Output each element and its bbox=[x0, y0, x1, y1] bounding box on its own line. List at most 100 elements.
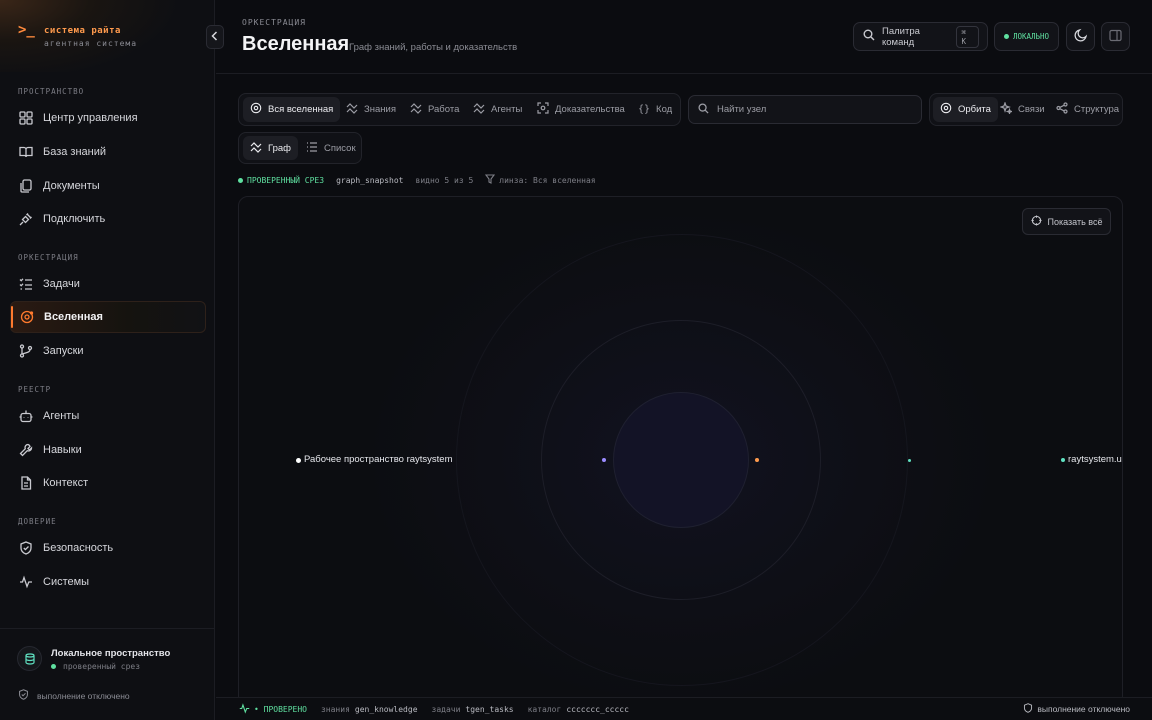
tab-structure[interactable]: Структура bbox=[1049, 97, 1126, 122]
list-icon bbox=[306, 141, 318, 156]
sidebar-item-documents[interactable]: Документы bbox=[10, 170, 206, 202]
command-palette-label: Палитра команд bbox=[882, 25, 920, 48]
node-search-input[interactable]: Найти узел bbox=[688, 95, 922, 124]
sparkles-icon bbox=[999, 101, 1014, 117]
tab-list[interactable]: Список bbox=[299, 136, 363, 160]
branch-icon bbox=[18, 343, 34, 359]
tab-label: Список bbox=[324, 142, 356, 154]
graph-node-label[interactable]: Рабочее пространство raytsystem bbox=[304, 454, 453, 465]
graph-node[interactable] bbox=[908, 459, 911, 462]
workspace-status-label: проверенный срез bbox=[63, 662, 141, 671]
sidebar-item-control-center[interactable]: Центр управления bbox=[10, 102, 206, 134]
tab-all-universe[interactable]: Вся вселенная bbox=[243, 97, 341, 122]
sidebar-item-connect[interactable]: Подключить bbox=[10, 203, 206, 235]
status-dot bbox=[51, 664, 56, 669]
command-palette-button[interactable]: Палитра команд ⌘ K bbox=[853, 22, 988, 51]
graph-status-row: ПРОВЕРЕННЫЙ СРЕЗ graph_snapshot видно 5 … bbox=[238, 174, 596, 186]
tab-orbit[interactable]: Орбита bbox=[933, 97, 998, 122]
tab-label: Знания bbox=[364, 104, 396, 115]
sidebar-item-security[interactable]: Безопасность bbox=[10, 532, 206, 564]
collapse-sidebar-button[interactable] bbox=[206, 25, 224, 49]
brand-header[interactable]: >_ система райта агентная система bbox=[0, 0, 214, 72]
graph-node[interactable] bbox=[602, 458, 606, 462]
sidebar-item-systems[interactable]: Системы bbox=[10, 566, 206, 598]
filter-icon bbox=[485, 174, 496, 186]
sidebar-footer bbox=[0, 628, 214, 720]
page-subtitle: Граф знаний, работы и доказательств bbox=[349, 42, 518, 53]
share-nodes-icon bbox=[1056, 102, 1068, 117]
tab-graph[interactable]: Граф bbox=[243, 136, 298, 160]
book-icon bbox=[18, 144, 34, 160]
file-context-icon bbox=[18, 475, 34, 491]
visible-count: видно 5 из 5 bbox=[415, 175, 474, 185]
sidebar-item-label: Безопасность bbox=[43, 542, 114, 554]
sidebar-item-label: Документы bbox=[43, 180, 100, 192]
graph-node[interactable] bbox=[755, 458, 759, 462]
dashboard-grid-icon bbox=[18, 110, 34, 126]
brand-title: система райта bbox=[44, 26, 121, 36]
code-braces-icon: {} bbox=[638, 104, 651, 115]
tab-evidence[interactable]: Доказательства bbox=[530, 97, 632, 122]
tasks-value: tgen_tasks bbox=[465, 704, 514, 714]
orbit-icon bbox=[940, 102, 952, 117]
graph-node-workspace[interactable] bbox=[296, 458, 301, 463]
database-icon[interactable] bbox=[17, 646, 42, 671]
sidebar-item-universe[interactable]: Вселенная bbox=[10, 301, 206, 333]
search-icon bbox=[698, 102, 709, 117]
tasks-label: задачи bbox=[431, 704, 461, 714]
graph-icon bbox=[473, 102, 485, 117]
sidebar-item-runs[interactable]: Запуски bbox=[10, 335, 206, 367]
sidebar-item-knowledge-base[interactable]: База знаний bbox=[10, 136, 206, 168]
knowledge-value: gen_knowledge bbox=[354, 704, 418, 714]
theme-toggle-button[interactable] bbox=[1066, 22, 1095, 51]
sidebar-item-label: Контекст bbox=[43, 477, 89, 489]
mode-badge[interactable]: ЛОКАЛЬНО bbox=[994, 22, 1059, 51]
terminal-prompt-icon: >_ bbox=[18, 22, 35, 38]
lens-label: линза: Вся вселенная bbox=[499, 175, 596, 185]
sidebar-item-label: Навыки bbox=[43, 444, 82, 456]
tab-code[interactable]: {} Код bbox=[631, 97, 679, 122]
sidebar-item-label: Центр управления bbox=[43, 112, 138, 124]
lens-tabs: Вся вселенная Знания Работа Агенты Доказ… bbox=[238, 93, 681, 126]
workspace-name[interactable]: Локальное пространство bbox=[51, 648, 170, 659]
sidebar-item-label: Агенты bbox=[43, 410, 80, 422]
graph-icon bbox=[410, 102, 422, 117]
tab-knowledge[interactable]: Знания bbox=[339, 97, 403, 122]
tab-label: Работа bbox=[428, 104, 460, 115]
plug-icon bbox=[18, 211, 34, 227]
tab-links[interactable]: Связи bbox=[993, 97, 1052, 122]
graph-node-label[interactable]: raytsystem.ui bbox=[1068, 454, 1122, 465]
view-tabs: Граф Список bbox=[238, 132, 362, 164]
sidebar-item-tasks[interactable]: Задачи bbox=[10, 268, 206, 300]
sidebar-item-label: Запуски bbox=[43, 345, 84, 357]
tab-label: Граф bbox=[268, 142, 291, 154]
sidebar-item-agents[interactable]: Агенты bbox=[10, 400, 206, 432]
graph-node-ui[interactable] bbox=[1061, 458, 1065, 462]
verified-badge: • ПРОВЕРЕНО bbox=[254, 704, 307, 714]
sidebar-item-label: База знаний bbox=[43, 146, 107, 158]
shield-icon bbox=[18, 540, 34, 556]
shield-icon bbox=[1023, 703, 1033, 715]
activity-icon bbox=[239, 702, 250, 716]
execution-status-label: выполнение отключено bbox=[1037, 704, 1130, 714]
tab-agents[interactable]: Агенты bbox=[466, 97, 529, 122]
execution-status: выполнение отключено bbox=[18, 689, 130, 702]
header-divider bbox=[216, 73, 1152, 74]
graph-icon bbox=[250, 141, 262, 156]
graph-canvas[interactable]: Показать всё Рабочее пространство raytsy… bbox=[238, 196, 1123, 706]
tab-label: Доказательства bbox=[555, 104, 625, 115]
footer-status-bar: • ПРОВЕРЕНО знания gen_knowledge задачи … bbox=[216, 697, 1152, 720]
layout-tabs: Орбита Связи Структура bbox=[929, 93, 1123, 126]
tab-work[interactable]: Работа bbox=[403, 97, 466, 122]
fit-all-label: Показать всё bbox=[1047, 216, 1103, 227]
orbit-core bbox=[613, 392, 749, 528]
knowledge-label: знания bbox=[320, 704, 350, 714]
fit-all-button[interactable]: Показать всё bbox=[1022, 208, 1111, 235]
search-placeholder: Найти узел bbox=[717, 104, 767, 115]
sidebar-item-label: Подключить bbox=[43, 213, 106, 225]
page-title: Вселенная bbox=[242, 33, 350, 55]
tasks-list-icon bbox=[18, 276, 34, 292]
sidebar-item-skills[interactable]: Навыки bbox=[10, 434, 206, 466]
sidebar-item-context[interactable]: Контекст bbox=[10, 467, 206, 499]
panel-toggle-button[interactable] bbox=[1101, 22, 1130, 51]
